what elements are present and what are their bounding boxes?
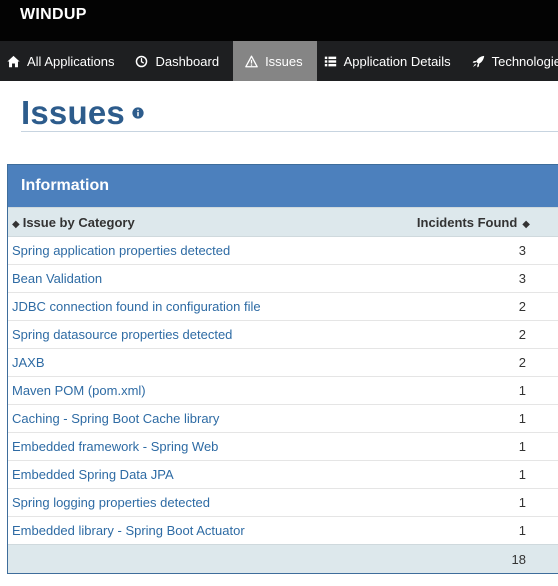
nav-label: Issues bbox=[265, 53, 303, 69]
total-label-cell bbox=[8, 544, 368, 573]
table-row: Embedded framework - Spring Web 1 bbox=[8, 432, 558, 461]
panel-title: Information bbox=[8, 165, 558, 207]
rocket-icon bbox=[472, 55, 484, 67]
table-row: Caching - Spring Boot Cache library 1 bbox=[8, 404, 558, 433]
total-count: 18 bbox=[368, 544, 558, 573]
nav-application-details[interactable]: Application Details bbox=[317, 41, 465, 81]
list-icon bbox=[324, 56, 336, 66]
table-row: JAXB 2 bbox=[8, 348, 558, 377]
incident-count: 2 bbox=[368, 320, 558, 349]
warning-icon bbox=[245, 55, 258, 67]
brand-logo[interactable]: WINDUP bbox=[20, 6, 87, 24]
information-panel: Information ◆ Issue by Category Incidents… bbox=[7, 164, 558, 574]
table-row: Spring datasource properties detected 2 bbox=[8, 320, 558, 349]
table-header-row: ◆ Issue by Category Incidents Found ◆ bbox=[8, 207, 558, 237]
column-header-incidents[interactable]: Incidents Found ◆ bbox=[368, 207, 558, 237]
incident-count: 2 bbox=[368, 348, 558, 377]
incident-count: 1 bbox=[368, 488, 558, 517]
issue-category-link[interactable]: JDBC connection found in configuration f… bbox=[8, 292, 368, 321]
table-row: Spring logging properties detected 1 bbox=[8, 488, 558, 517]
main-nav: All Applications Dashboard Issues Applic… bbox=[0, 41, 558, 81]
issue-category-link[interactable]: Bean Validation bbox=[8, 264, 368, 293]
column-header-category[interactable]: ◆ Issue by Category bbox=[8, 207, 368, 237]
issue-category-link[interactable]: JAXB bbox=[8, 348, 368, 377]
issue-category-link[interactable]: Spring logging properties detected bbox=[8, 488, 368, 517]
incident-count: 1 bbox=[368, 460, 558, 489]
issue-category-link[interactable]: Caching - Spring Boot Cache library bbox=[8, 404, 368, 433]
page-title: Issues bbox=[21, 94, 125, 131]
column-header-label: Issue by Category bbox=[22, 214, 135, 230]
nav-label: Technologies bbox=[491, 53, 558, 69]
issue-category-link[interactable]: Maven POM (pom.xml) bbox=[8, 376, 368, 405]
incident-count: 1 bbox=[368, 404, 558, 433]
table-row: Embedded Spring Data JPA 1 bbox=[8, 460, 558, 489]
table-row: Maven POM (pom.xml) 1 bbox=[8, 376, 558, 405]
nav-label: All Applications bbox=[27, 53, 115, 69]
table-row: Spring application properties detected 3 bbox=[8, 236, 558, 265]
incident-count: 1 bbox=[368, 432, 558, 461]
nav-label: Application Details bbox=[343, 53, 451, 69]
nav-label: Dashboard bbox=[155, 53, 220, 69]
issue-category-link[interactable]: Embedded framework - Spring Web bbox=[8, 432, 368, 461]
issue-category-link[interactable]: Embedded library - Spring Boot Actuator bbox=[8, 516, 368, 545]
incident-count: 3 bbox=[368, 264, 558, 293]
incident-count: 1 bbox=[368, 516, 558, 545]
issue-category-link[interactable]: Spring application properties detected bbox=[8, 236, 368, 265]
nav-dashboard[interactable]: Dashboard bbox=[128, 41, 233, 81]
page-header: Issues bbox=[21, 94, 558, 132]
incident-count: 3 bbox=[368, 236, 558, 265]
total-row: 18 bbox=[8, 544, 558, 573]
issue-rows: Spring application properties detected 3 B… bbox=[8, 236, 558, 545]
brand-bar: WINDUP bbox=[0, 0, 558, 41]
issues-table: ◆ Issue by Category Incidents Found ◆ Spri… bbox=[8, 207, 558, 573]
issue-category-link[interactable]: Embedded Spring Data JPA bbox=[8, 460, 368, 489]
table-row: JDBC connection found in configuration f… bbox=[8, 292, 558, 321]
nav-all-applications[interactable]: All Applications bbox=[0, 41, 128, 81]
issue-category-link[interactable]: Spring datasource properties detected bbox=[8, 320, 368, 349]
incident-count: 2 bbox=[368, 292, 558, 321]
sort-icon: ◆ bbox=[12, 218, 20, 230]
nav-issues[interactable]: Issues bbox=[233, 41, 317, 81]
column-header-label: Incidents Found bbox=[416, 214, 518, 230]
table-row: Embedded library - Spring Boot Actuator 1 bbox=[8, 516, 558, 545]
clock-icon bbox=[136, 55, 148, 67]
info-icon[interactable] bbox=[132, 107, 144, 119]
table-row: Bean Validation 3 bbox=[8, 264, 558, 293]
nav-technologies[interactable]: Technologies bbox=[465, 41, 558, 81]
sort-icon: ◆ bbox=[522, 218, 530, 230]
incident-count: 1 bbox=[368, 376, 558, 405]
home-icon bbox=[7, 55, 20, 67]
